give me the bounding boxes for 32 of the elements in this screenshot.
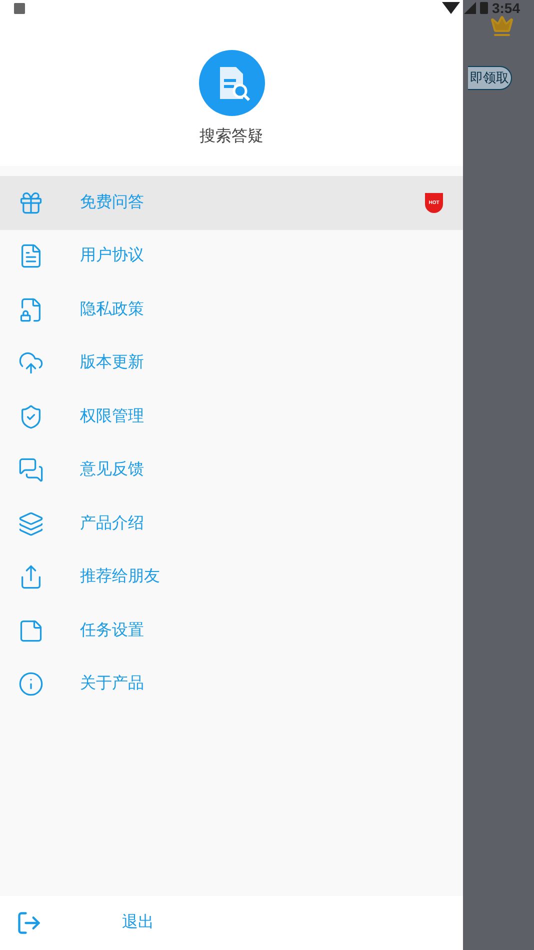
app-name: 搜索答疑	[200, 126, 264, 147]
menu-label: 关于产品	[80, 674, 144, 694]
signal-icon	[464, 2, 476, 14]
menu-label: 免费问答	[80, 192, 144, 213]
menu-item[interactable]: 任务设置	[0, 604, 463, 658]
menu-item[interactable]: 用户协议	[0, 230, 463, 283]
battery-icon	[480, 2, 488, 14]
status-time: 3:54	[492, 0, 520, 18]
menu-label: 隐私政策	[80, 300, 144, 320]
cloud-upload-icon	[18, 350, 44, 376]
crown-icon	[490, 14, 514, 38]
menu-item[interactable]: 关于产品	[0, 658, 463, 711]
layers-icon	[18, 510, 44, 537]
logout-icon	[16, 910, 42, 936]
menu-item[interactable]: 权限管理	[0, 390, 463, 444]
menu-label: 用户协议	[80, 246, 144, 266]
info-icon	[18, 671, 44, 698]
menu-item[interactable]: 意见反馈	[0, 444, 463, 497]
menu-item[interactable]: 产品介绍	[0, 497, 463, 550]
menu-label: 意见反馈	[80, 460, 144, 480]
menu-label: 推荐给朋友	[80, 566, 160, 588]
menu-item[interactable]: 隐私政策	[0, 283, 463, 336]
menu-label: 任务设置	[80, 620, 144, 641]
gift-icon	[18, 190, 44, 216]
menu-item[interactable]: 版本更新	[0, 336, 463, 390]
logout-button[interactable]: 退出	[122, 911, 154, 935]
menu-label: 版本更新	[80, 352, 144, 374]
note-icon	[18, 618, 44, 644]
menu-item[interactable]: 推荐给朋友	[0, 550, 463, 604]
chat-bubbles-icon	[18, 457, 44, 484]
menu-label: 产品介绍	[80, 514, 144, 534]
menu-label: 权限管理	[80, 406, 144, 427]
